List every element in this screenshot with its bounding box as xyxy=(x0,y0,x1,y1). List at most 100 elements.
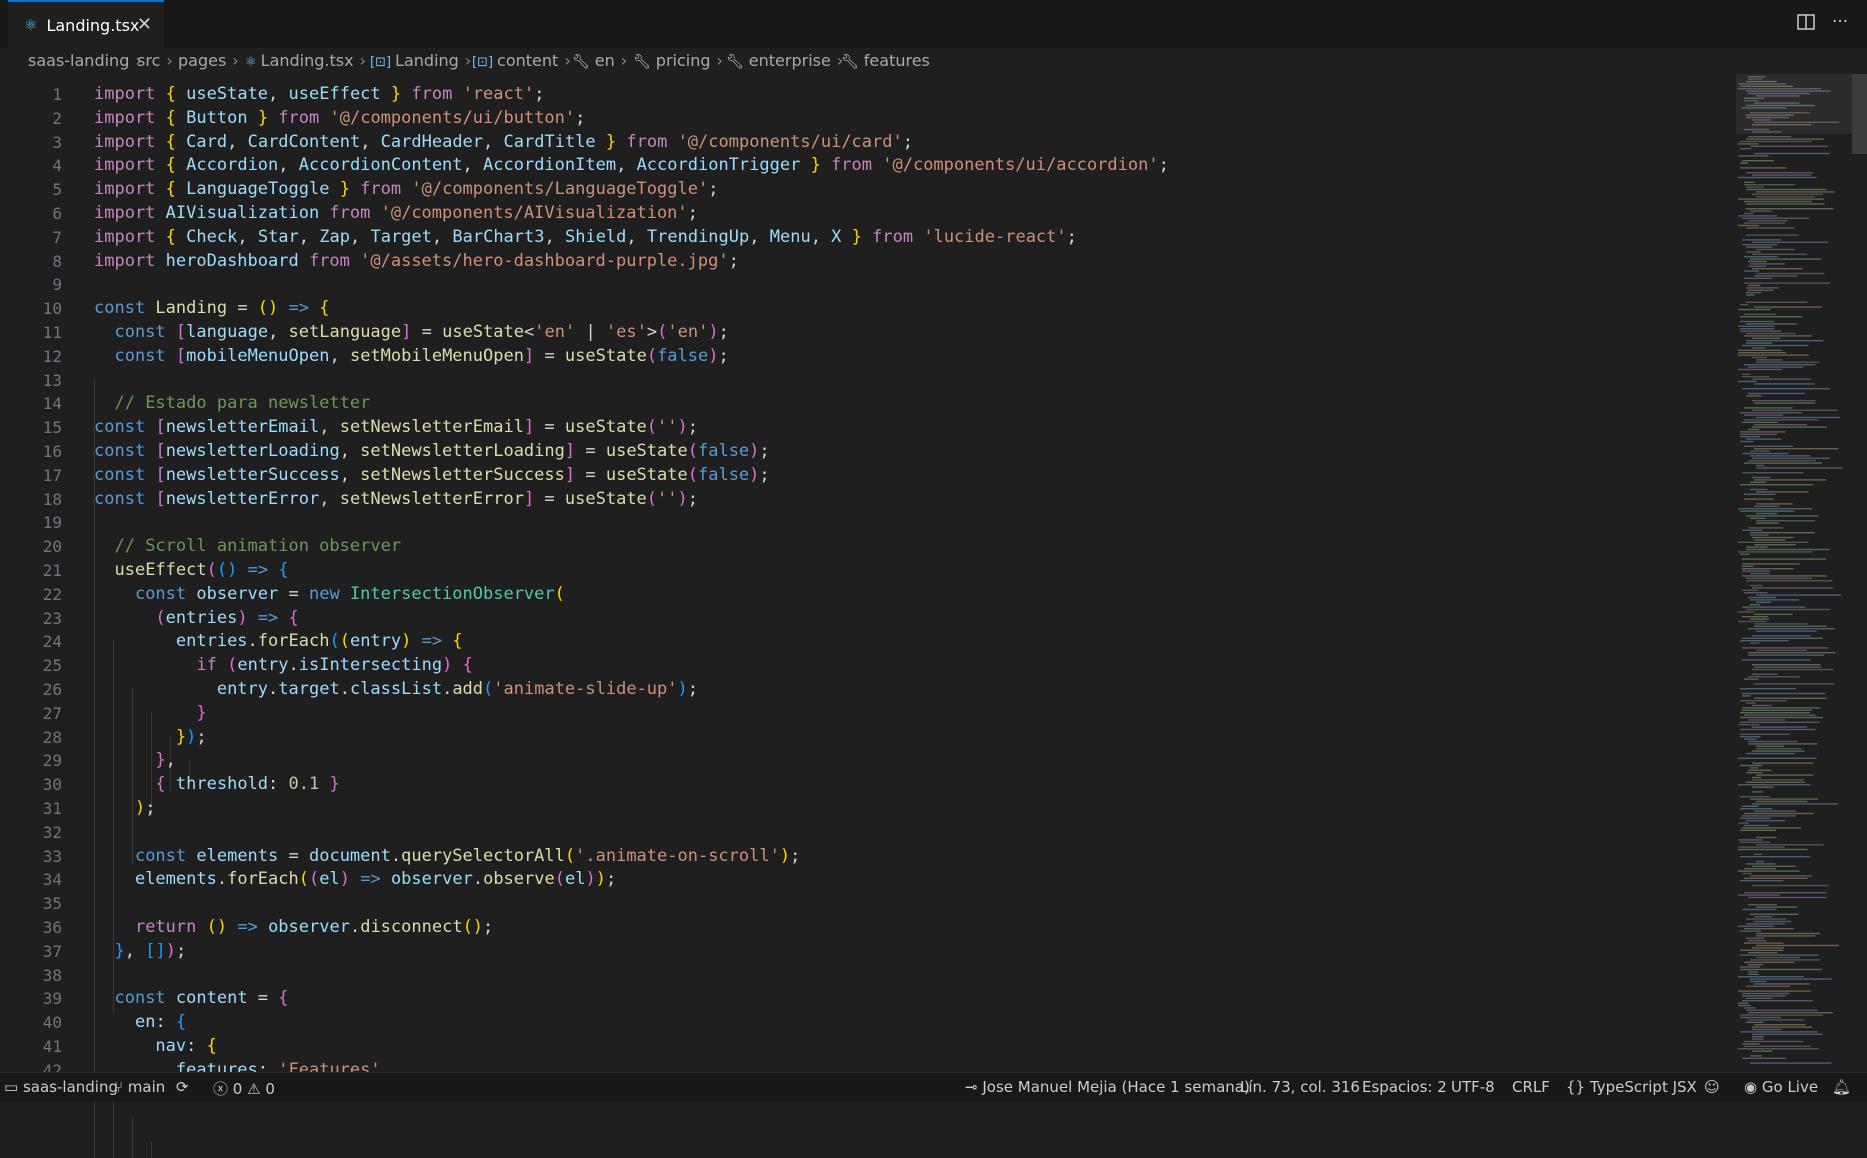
code-line[interactable]: import { useState, useEffect } from 'rea… xyxy=(94,84,544,104)
minimap-line xyxy=(1744,961,1795,963)
code-line[interactable]: ); xyxy=(94,798,156,818)
code-line[interactable]: if (entry.isIntersecting) { xyxy=(94,655,472,675)
breadcrumb-item-content[interactable]: [⊡] content › xyxy=(472,51,571,70)
wrench-icon: 🔧︎ xyxy=(572,54,590,70)
code-line[interactable]: const content = { xyxy=(94,988,288,1008)
breadcrumb-item-saas-landing[interactable]: saas-landing › xyxy=(28,51,142,70)
language-mode[interactable]: {} TypeScript JSX xyxy=(1566,1078,1697,1096)
git-blame[interactable]: ⊸ Jose Manuel Mejia (Hace 1 semana) xyxy=(965,1078,1250,1096)
go-live-button[interactable]: ◉ Go Live xyxy=(1744,1078,1818,1096)
code-line[interactable]: }, xyxy=(94,750,176,770)
minimap-line xyxy=(1742,659,1811,661)
code-line[interactable]: import { LanguageToggle } from '@/compon… xyxy=(94,179,718,199)
tab-landing-tsx[interactable]: ⚛ Landing.tsx ✕ xyxy=(8,0,164,48)
code-line[interactable]: const [mobileMenuOpen, setMobileMenuOpen… xyxy=(94,346,728,366)
code-line[interactable]: return () => observer.disconnect(); xyxy=(94,917,493,937)
code-line[interactable]: useEffect(() => { xyxy=(94,560,288,580)
code-line[interactable]: import { Button } from '@/components/ui/… xyxy=(94,108,585,128)
code-line[interactable]: import heroDashboard from '@/assets/hero… xyxy=(94,251,739,271)
code-line[interactable]: const [language, setLanguage] = useState… xyxy=(94,322,728,342)
breadcrumb-item-pages[interactable]: pages › xyxy=(178,51,239,70)
minimap-line xyxy=(1746,937,1764,939)
line-number: 30 xyxy=(42,775,62,795)
breadcrumb-item-enterprise[interactable]: 🔧︎ enterprise › xyxy=(726,51,843,70)
minimap-line xyxy=(1742,992,1790,995)
branch-indicator[interactable]: ⑂ main xyxy=(114,1078,165,1096)
code-line[interactable]: } xyxy=(94,703,206,723)
code-line[interactable]: // Estado para newsletter xyxy=(94,393,370,413)
end-of-line[interactable]: CRLF xyxy=(1512,1078,1550,1096)
more-actions-icon[interactable]: ··· xyxy=(1832,12,1848,32)
code-line[interactable]: import { Accordion, AccordionContent, Ac… xyxy=(94,155,1169,175)
minimap-line xyxy=(1754,448,1839,450)
notifications-icon[interactable]: 🔔︎ xyxy=(1832,1078,1851,1096)
remote-indicator[interactable]: ▭ saas-landing xyxy=(4,1078,118,1096)
code-line[interactable]: }, []); xyxy=(94,941,186,961)
vertical-scrollbar[interactable] xyxy=(1852,74,1867,1072)
code-line[interactable]: entry.target.classList.add('animate-slid… xyxy=(94,679,698,699)
code-line[interactable]: elements.forEach((el) => observer.observ… xyxy=(94,869,616,889)
minimap-line xyxy=(1748,896,1827,899)
line-number: 4 xyxy=(52,156,62,176)
minimap-line xyxy=(1738,1002,1749,1004)
code-line[interactable]: (entries) => { xyxy=(94,608,298,628)
encoding[interactable]: UTF-8 xyxy=(1451,1078,1495,1096)
minimap-line xyxy=(1746,332,1796,335)
minimap-line xyxy=(1756,935,1816,937)
minimap-line xyxy=(1742,695,1751,697)
code-line[interactable]: const elements = document.querySelectorA… xyxy=(94,846,800,866)
code-line[interactable]: import { Card, CardContent, CardHeader, … xyxy=(94,132,913,152)
breadcrumb-item-features[interactable]: 🔧︎ features xyxy=(841,51,930,70)
code-line[interactable]: const [newsletterEmail, setNewsletterEma… xyxy=(94,417,698,437)
minimap-line xyxy=(1754,623,1808,625)
scrollbar-thumb[interactable] xyxy=(1852,74,1867,154)
minimap-line xyxy=(1746,342,1772,344)
cursor-position[interactable]: Lín. 73, col. 316 xyxy=(1240,1078,1360,1096)
minimap-line xyxy=(1756,844,1824,846)
react-icon: ⚛ xyxy=(24,16,38,34)
breadcrumb-item-pricing[interactable]: 🔧︎ pricing › xyxy=(633,51,723,70)
code-line[interactable]: const [newsletterError, setNewsletterErr… xyxy=(94,489,698,509)
split-editor-icon[interactable] xyxy=(1797,14,1815,35)
code-line[interactable]: const [newsletterLoading, setNewsletterL… xyxy=(94,441,770,461)
code-line[interactable]: }); xyxy=(94,727,207,747)
minimap-slider[interactable] xyxy=(1736,74,1852,134)
problems-indicator[interactable]: ⓧ 0 ⚠ 0 xyxy=(213,1078,275,1099)
minimap-line xyxy=(1750,618,1770,620)
breadcrumb-item-en[interactable]: 🔧︎ en › xyxy=(572,51,627,70)
minimap-line xyxy=(1748,904,1777,906)
line-number: 22 xyxy=(42,584,62,604)
breadcrumb-item-landing[interactable]: [⊡] Landing › xyxy=(370,51,471,70)
line-number: 13 xyxy=(42,370,62,390)
code-line[interactable]: { threshold: 0.1 } xyxy=(94,774,339,794)
minimap-line xyxy=(1740,330,1782,332)
minimap-line xyxy=(1744,498,1774,500)
breadcrumb-item-landing-tsx[interactable]: ⚛ Landing.tsx › xyxy=(245,51,366,70)
close-icon[interactable]: ✕ xyxy=(137,14,152,35)
minimap-line xyxy=(1740,162,1749,164)
minimap-line xyxy=(1756,512,1778,515)
code-line[interactable]: const observer = new IntersectionObserve… xyxy=(94,584,565,604)
copilot-icon[interactable]: ☺ xyxy=(1704,1078,1720,1096)
code-line[interactable]: const Landing = () => { xyxy=(94,298,330,318)
tab-bar: ⚛ Landing.tsx ✕ ··· xyxy=(0,0,1867,49)
minimap[interactable] xyxy=(1736,74,1852,1072)
code-line[interactable]: import { Check, Star, Zap, Target, BarCh… xyxy=(94,227,1077,247)
minimap-line xyxy=(1742,692,1826,695)
indentation[interactable]: Espacios: 2 xyxy=(1362,1078,1447,1096)
code-editor[interactable]: 1 import { useState, useEffect } from 're… xyxy=(0,74,1867,1158)
minimap-line xyxy=(1748,284,1761,287)
code-line[interactable]: nav: { xyxy=(94,1036,216,1056)
minimap-line xyxy=(1740,688,1796,690)
code-line[interactable]: import AIVisualization from '@/component… xyxy=(94,203,698,223)
code-line[interactable]: // Scroll animation observer xyxy=(94,536,401,556)
breadcrumb-item-src[interactable]: src › xyxy=(137,51,173,70)
minimap-line xyxy=(1754,544,1796,546)
line-number: 2 xyxy=(52,108,62,128)
minimap-line xyxy=(1738,1048,1819,1050)
minimap-line xyxy=(1748,265,1766,267)
code-line[interactable]: entries.forEach((entry) => { xyxy=(94,631,463,651)
code-line[interactable]: const [newsletterSuccess, setNewsletterS… xyxy=(94,465,770,485)
code-line[interactable]: en: { xyxy=(94,1012,186,1032)
sync-icon[interactable]: ⟳ xyxy=(176,1078,189,1096)
